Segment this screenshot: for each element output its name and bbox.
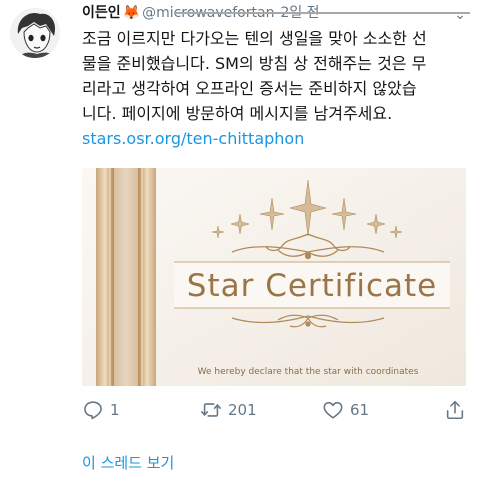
like-icon (323, 401, 343, 419)
share-icon (446, 400, 464, 420)
card-title: Star Certificate (187, 268, 437, 304)
tweet-text: 조금 이르지만 다가오는 텐의 생일을 맞아 소소한 선 물을 준비했습니다. … (82, 26, 474, 126)
view-thread-link[interactable]: 이 스레드 보기 (82, 452, 174, 474)
tweet-text-line: 니다. 페이지에 방문하여 메시지를 남겨주세요. (82, 104, 393, 123)
tweet-header: 이든인 🦊 @microwavefortan 2일 전 ⌄ (82, 2, 470, 24)
card-subtitle: We hereby declare that the star with coo… (198, 367, 419, 377)
retweet-button[interactable]: 201 (200, 398, 257, 422)
reply-icon (84, 401, 102, 420)
action-bar: 1 201 61 (82, 398, 474, 422)
share-button[interactable] (444, 398, 472, 422)
retweet-count: 201 (228, 401, 257, 419)
certificate-image: Star Certificate We hereby declare that … (82, 168, 466, 386)
like-count: 61 (350, 401, 370, 419)
author-emoji: 🦊 (122, 5, 141, 21)
media-card[interactable]: Star Certificate We hereby declare that … (82, 168, 466, 386)
avatar-illustration (10, 8, 60, 58)
caret-down-icon[interactable]: ⌄ (454, 4, 466, 24)
tweet-text-line: 리라고 생각하여 오프라인 증서는 준비하지 않았습 (82, 79, 417, 98)
avatar[interactable] (10, 8, 60, 58)
retweet-icon (201, 403, 221, 417)
reply-count: 1 (110, 401, 120, 419)
redaction-line (174, 12, 470, 14)
author-name[interactable]: 이든인 (82, 5, 121, 21)
tweet-text-line: 물을 준비했습니다. SM의 방침 상 전해주는 것은 무 (82, 54, 427, 73)
tweet-text-line: 조금 이르지만 다가오는 텐의 생일을 맞아 소소한 선 (82, 29, 427, 48)
reply-button[interactable]: 1 (82, 398, 120, 422)
tweet-link[interactable]: stars.osr.org/ten-chittaphon (82, 126, 304, 151)
like-button[interactable]: 61 (322, 398, 369, 422)
